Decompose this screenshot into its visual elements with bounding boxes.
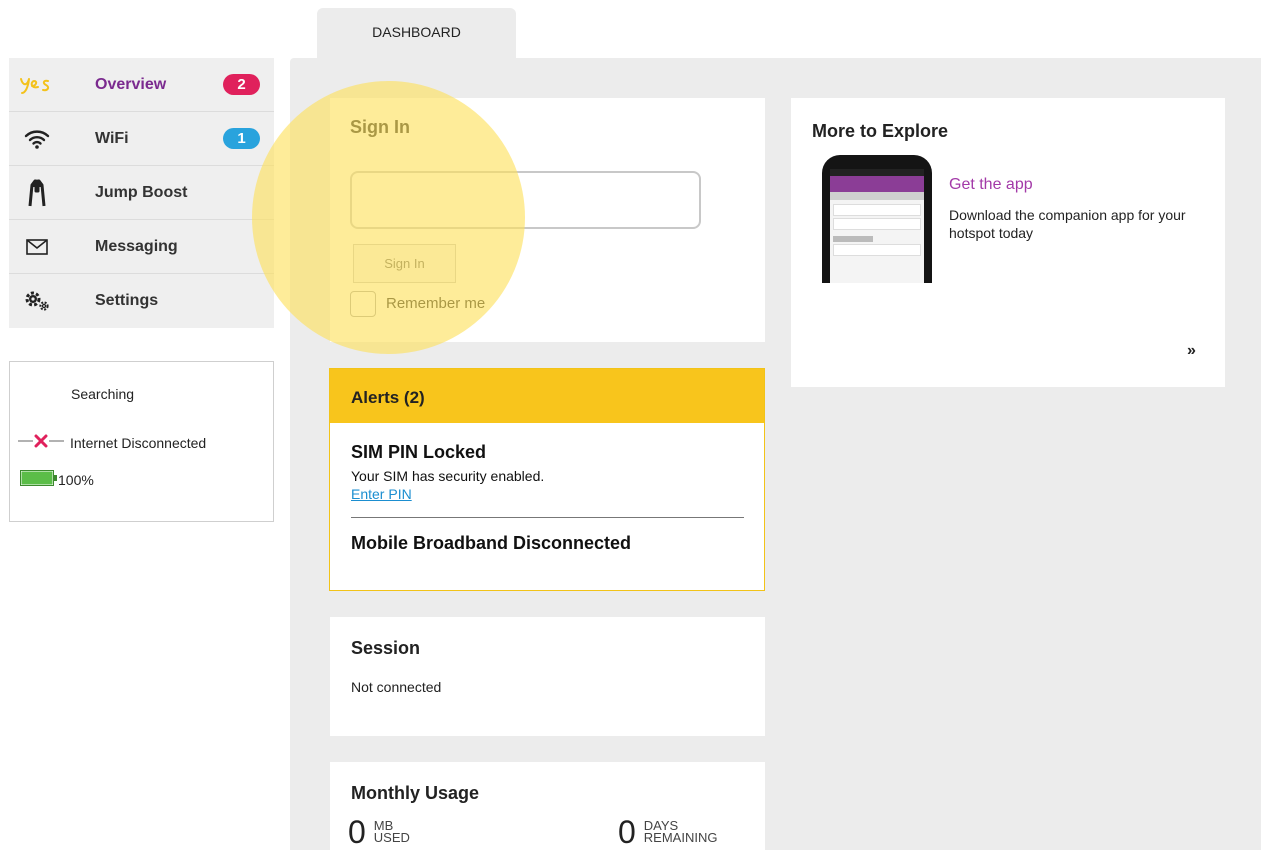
signin-card: Sign In Sign In Remember me bbox=[330, 98, 765, 342]
alerts-title: Alerts (2) bbox=[351, 388, 425, 407]
alert-title: Mobile Broadband Disconnected bbox=[351, 533, 632, 553]
signin-button[interactable]: Sign In bbox=[353, 244, 456, 283]
signin-title: Sign In bbox=[350, 117, 410, 137]
network-status-text: Searching bbox=[71, 386, 135, 402]
monthly-usage-card: Monthly Usage 0 MB USED 0 DAYS REMAINING bbox=[330, 762, 765, 850]
remember-me-label: Remember me bbox=[386, 295, 486, 312]
alerts-header: Alerts (2) bbox=[330, 369, 764, 423]
envelope-icon bbox=[19, 232, 55, 262]
sidebar-item-messaging[interactable]: Messaging bbox=[9, 220, 274, 274]
notification-badge: 2 bbox=[223, 74, 260, 95]
sidebar-item-wifi[interactable]: WiFi 1 bbox=[9, 112, 274, 166]
session-title: Session bbox=[351, 638, 421, 658]
data-used: 0 MB USED bbox=[348, 816, 410, 848]
password-input[interactable] bbox=[350, 171, 701, 229]
notification-badge: 1 bbox=[223, 128, 260, 149]
sidebar-item-label: Jump Boost bbox=[95, 183, 188, 201]
battery-level-text: 100% bbox=[58, 471, 94, 488]
connection-status-panel: Searching Internet Disconnected 100% bbox=[9, 361, 274, 522]
days-remaining-value: 0 bbox=[618, 814, 636, 850]
divider bbox=[351, 517, 744, 518]
gears-icon bbox=[19, 286, 55, 316]
session-status: Not connected bbox=[351, 679, 442, 695]
more-link[interactable]: » bbox=[1187, 342, 1196, 360]
data-used-unit: MB USED bbox=[373, 819, 410, 845]
enter-pin-link[interactable]: Enter PIN bbox=[351, 486, 412, 502]
alert-title: SIM PIN Locked bbox=[351, 442, 487, 462]
explore-card: More to Explore Get the app Download the… bbox=[791, 98, 1225, 387]
get-the-app-link[interactable]: Get the app bbox=[949, 176, 1033, 194]
phone-app-image bbox=[822, 155, 932, 283]
internet-status-text: Internet Disconnected bbox=[70, 434, 207, 451]
jump-boost-icon bbox=[19, 178, 55, 208]
battery-icon bbox=[20, 470, 58, 489]
data-used-value: 0 bbox=[348, 814, 366, 850]
tab-dashboard[interactable]: DASHBOARD bbox=[317, 8, 516, 59]
days-remaining-unit: DAYS REMAINING bbox=[643, 819, 718, 845]
disconnected-icon bbox=[18, 434, 64, 451]
unit-label: REMAINING bbox=[643, 830, 718, 845]
yes-logo-icon bbox=[19, 70, 55, 100]
internet-status: Internet Disconnected bbox=[18, 434, 206, 451]
alerts-card: Alerts (2) SIM PIN Locked Your SIM has s… bbox=[329, 368, 765, 591]
wifi-icon bbox=[19, 124, 55, 154]
sidebar-item-settings[interactable]: Settings bbox=[9, 274, 274, 328]
explore-title: More to Explore bbox=[812, 121, 949, 141]
sidebar-item-label: Settings bbox=[95, 292, 159, 309]
monthly-usage-title: Monthly Usage bbox=[351, 783, 480, 803]
app-description: Download the companion app for your hots… bbox=[949, 207, 1186, 241]
alert-description: Your SIM has security enabled. bbox=[351, 468, 545, 484]
sidebar-item-overview[interactable]: Overview 2 bbox=[9, 58, 274, 112]
battery-status: 100% bbox=[20, 470, 94, 489]
sidebar: Overview 2 WiFi 1 Jump Boost Messaging S… bbox=[9, 58, 274, 328]
unit-label: USED bbox=[373, 830, 410, 845]
sidebar-item-jump-boost[interactable]: Jump Boost bbox=[9, 166, 274, 220]
remember-me-checkbox[interactable] bbox=[350, 291, 376, 317]
sidebar-item-label: WiFi bbox=[95, 129, 129, 147]
session-card: Session Not connected bbox=[330, 617, 765, 736]
sidebar-item-label: Overview bbox=[95, 75, 167, 93]
sidebar-item-label: Messaging bbox=[95, 237, 178, 255]
days-remaining: 0 DAYS REMAINING bbox=[618, 816, 717, 848]
